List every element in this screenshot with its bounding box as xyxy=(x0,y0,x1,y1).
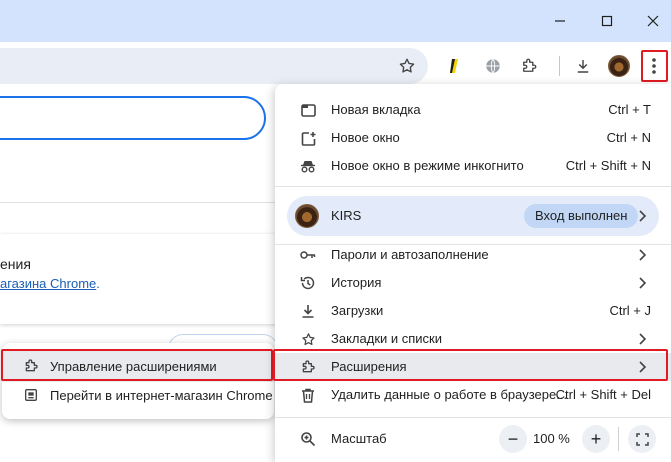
menu-item-label: Удалить данные о работе в браузере... xyxy=(331,387,568,402)
store-link[interactable]: агазина Chrome xyxy=(0,276,96,291)
trash-icon xyxy=(300,387,316,403)
menu-item-label: Закладки и списки xyxy=(331,331,443,346)
close-button[interactable] xyxy=(630,0,671,42)
menu-separator xyxy=(275,417,671,418)
manage-extensions-highlight xyxy=(1,349,273,381)
zoom-label: Масштаб xyxy=(331,431,387,446)
card-heading: ения xyxy=(0,256,31,272)
card-link-suffix: . xyxy=(96,276,100,291)
new-window-icon xyxy=(300,130,316,146)
zoom-out-button[interactable]: − xyxy=(499,425,527,453)
zoom-in-button[interactable]: + xyxy=(582,425,610,453)
menu-item-new-tab[interactable]: Новая вкладка Ctrl + T xyxy=(275,96,671,124)
menu-item-label: История xyxy=(331,275,382,290)
extensions-highlight xyxy=(273,349,668,381)
star-icon xyxy=(300,331,316,347)
download-icon xyxy=(300,303,316,319)
menu-item-label: Новая вкладка xyxy=(331,102,421,117)
submenu-item-label: Перейти в интернет-магазин Chrome xyxy=(50,387,273,403)
page-search-box[interactable] xyxy=(0,96,266,140)
zoom-divider xyxy=(618,427,619,451)
zoom-value: 100 % xyxy=(533,431,570,446)
zoom-row: Масштаб − 100 % + xyxy=(275,424,671,454)
chevron-right-icon xyxy=(639,333,647,345)
menu-item-new-window[interactable]: Новое окно Ctrl + N xyxy=(275,124,671,152)
new-tab-icon xyxy=(300,102,316,118)
profile-name: KIRS xyxy=(331,208,362,223)
key-icon xyxy=(300,247,316,263)
menu-item-label: Загрузки xyxy=(331,303,384,318)
menu-item-history[interactable]: История xyxy=(275,269,671,297)
menu-button-highlight xyxy=(641,50,668,82)
close-icon xyxy=(647,15,659,27)
profile-row[interactable]: KIRS Вход выполнен xyxy=(287,196,659,236)
avatar xyxy=(295,204,319,228)
shortcut-text: Ctrl + J xyxy=(609,303,651,318)
bookmark-star-icon[interactable] xyxy=(395,54,419,78)
menu-item-clear-data[interactable]: Удалить данные о работе в браузере... Ct… xyxy=(275,381,671,409)
chevron-right-icon xyxy=(639,277,647,289)
menu-item-label: Новое окно xyxy=(331,130,400,145)
address-bar[interactable] xyxy=(0,48,428,84)
menu-item-label: Пароли и автозаполнение xyxy=(331,247,489,262)
chevron-right-icon xyxy=(639,210,647,222)
toolbar-divider xyxy=(559,56,560,76)
card-link-line: агазина Chrome. xyxy=(0,276,100,291)
yandex-extension-icon[interactable] xyxy=(443,54,467,78)
history-icon xyxy=(300,275,316,291)
shortcut-text: Ctrl + Shift + N xyxy=(565,158,651,173)
browser-toolbar xyxy=(0,42,671,90)
zoom-icon xyxy=(300,431,316,447)
menu-item-incognito[interactable]: Новое окно в режиме инкогнито Ctrl + Shi… xyxy=(275,152,671,180)
shortcut-text: Ctrl + T xyxy=(608,102,651,117)
menu-separator xyxy=(275,186,671,187)
shortcut-text: Ctrl + N xyxy=(606,130,651,145)
title-bar xyxy=(0,0,671,42)
divider xyxy=(0,202,280,203)
signed-in-badge: Вход выполнен xyxy=(524,204,639,228)
maximize-button[interactable] xyxy=(584,0,630,42)
maximize-icon xyxy=(601,15,613,27)
avatar xyxy=(608,55,630,77)
minimize-icon xyxy=(555,20,565,22)
open-web-store-item[interactable]: Перейти в интернет-магазин Chrome xyxy=(2,379,274,411)
incognito-icon xyxy=(300,158,316,174)
profile-avatar-button[interactable] xyxy=(607,54,631,78)
fullscreen-icon xyxy=(635,432,649,446)
menu-item-downloads[interactable]: Загрузки Ctrl + J xyxy=(275,297,671,325)
chevron-right-icon xyxy=(639,249,647,261)
extensions-puzzle-icon[interactable] xyxy=(517,54,541,78)
download-icon[interactable] xyxy=(571,54,595,78)
menu-item-passwords[interactable]: Пароли и автозаполнение xyxy=(275,241,671,269)
minimize-button[interactable] xyxy=(537,0,583,42)
chrome-main-menu: Новая вкладка Ctrl + T Новое окно Ctrl +… xyxy=(275,84,671,462)
globe-extension-icon[interactable] xyxy=(481,54,505,78)
store-icon xyxy=(23,387,39,403)
shortcut-text: Ctrl + Shift + Del xyxy=(555,387,651,402)
menu-item-label: Новое окно в режиме инкогнито xyxy=(331,158,524,173)
fullscreen-button[interactable] xyxy=(628,425,656,453)
